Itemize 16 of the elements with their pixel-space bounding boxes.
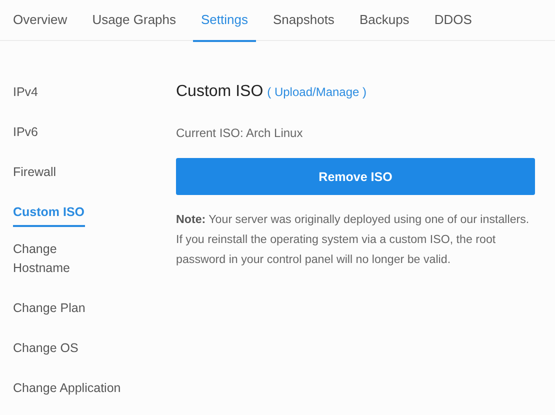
tab[interactable]: Snapshots (265, 0, 342, 42)
tab[interactable]: Backups (351, 0, 418, 42)
sidebar-item[interactable]: Change Hostname (13, 240, 83, 283)
current-iso-text: Current ISO: Arch Linux (176, 126, 304, 140)
section-title: Custom ISO (176, 83, 264, 101)
tab[interactable]: Usage Graphs (84, 0, 184, 42)
remove-iso-button[interactable]: Remove ISO (176, 158, 535, 195)
sidebar-item[interactable]: IPv4 (13, 83, 38, 107)
sidebar-item[interactable]: Change Application (13, 379, 121, 403)
tab[interactable]: DDOS (426, 0, 480, 42)
note-text: Note: Your server was originally deployed using one of our installers. If you reinstall the operating system via a custom ISO, the root password in your control panel will no longer be valid. (176, 212, 530, 268)
sidebar-item[interactable]: Change Plan (13, 299, 86, 323)
sidebar-item[interactable]: Firewall (13, 163, 56, 187)
sidebar-item[interactable]: Change OS (13, 339, 78, 363)
tab[interactable]: Overview (5, 0, 76, 42)
sidebar-item[interactable]: IPv6 (13, 123, 38, 147)
